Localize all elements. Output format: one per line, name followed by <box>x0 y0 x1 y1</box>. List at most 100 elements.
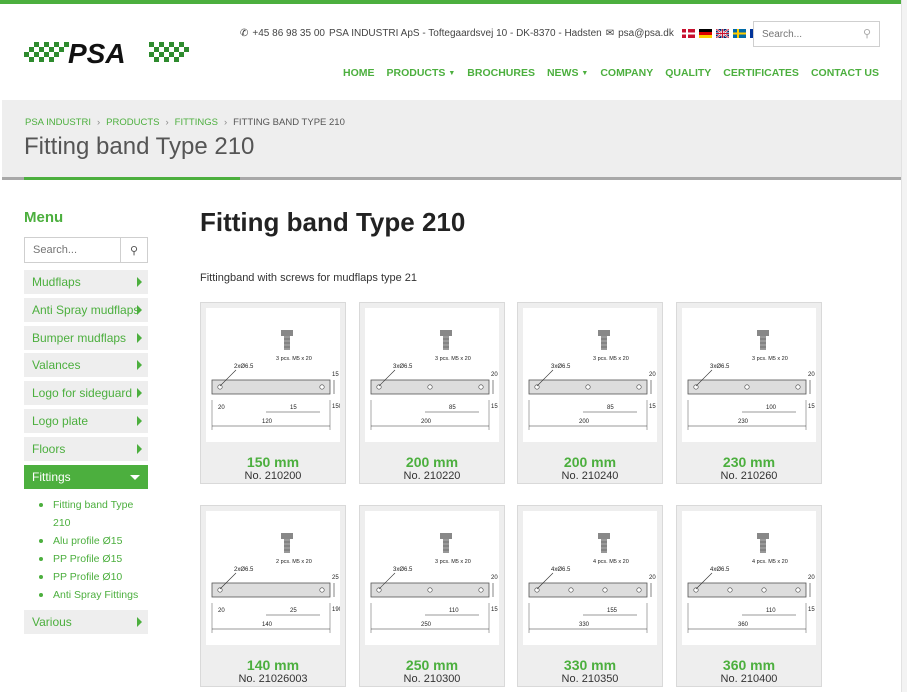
hole-spec-label: 4xØ6.5 <box>710 567 730 573</box>
breadcrumb-home[interactable]: PSA INDUSTRI <box>25 117 91 128</box>
hole-spec-label: 3xØ6.5 <box>710 364 730 370</box>
header-search[interactable]: ⚲ <box>753 21 880 47</box>
submenu-item-pp-profile-15[interactable]: PP Profile Ø15 <box>36 550 148 568</box>
contact-bar: ✆ +45 86 98 35 00 PSA INDUSTRI ApS - Tof… <box>240 28 763 39</box>
dimension-label: 20 <box>649 575 656 581</box>
sidebar-item-valances[interactable]: Valances <box>24 353 148 378</box>
dimension-label: 25 <box>290 608 297 614</box>
submenu-item-pp-profile-10[interactable]: PP Profile Ø10 <box>36 568 148 586</box>
band-body <box>211 582 331 598</box>
sidebar-item-fittings[interactable]: Fittings <box>24 464 148 489</box>
hole-spec-label: 3xØ6.5 <box>393 364 413 370</box>
nav-products[interactable]: PRODUCTS ▼ <box>387 67 456 79</box>
sidebar-item-label: Valances <box>32 358 81 373</box>
breadcrumb-fittings[interactable]: FITTINGS <box>175 117 218 128</box>
dimension-label: 15 <box>808 607 815 613</box>
nav-home[interactable]: HOME <box>343 67 375 79</box>
dimension-label: 360 <box>738 622 749 628</box>
product-number: No. 21026003 <box>238 673 308 685</box>
breadcrumb-separator: › <box>165 117 169 128</box>
email-link[interactable]: psa@psa.dk <box>618 28 674 39</box>
sidebar-item-logo-plate[interactable]: Logo plate <box>24 408 148 433</box>
product-number: No. 210260 <box>720 470 778 482</box>
product-card[interactable]: 4 pcs. M5 x 20 4xØ6.5 110 360 20 15 360 mm No… <box>676 505 822 687</box>
sidebar-item-logo-for-sideguard[interactable]: Logo for sideguard <box>24 381 148 406</box>
sidebar-search-input[interactable] <box>25 238 120 262</box>
dimension-label: 15 <box>332 372 339 378</box>
sidebar-item-label: Various <box>32 615 72 630</box>
dimension-label: 250 <box>421 622 432 628</box>
breadcrumb-products[interactable]: PRODUCTS <box>106 117 159 128</box>
hole-spec-label: 3xØ6.5 <box>551 364 571 370</box>
product-size: 330 mm <box>563 657 617 673</box>
product-drawing: 3 pcs. M5 x 20 3xØ6.5 100 230 20 15 <box>682 308 816 442</box>
dimension-label: 20 <box>808 372 815 378</box>
nav-contact-us[interactable]: CONTACT US <box>811 67 879 79</box>
screw-spec-label: 3 pcs. M5 x 20 <box>276 356 312 362</box>
product-card[interactable]: 3 pcs. M5 x 20 3xØ6.5 100 230 20 15 230 mm No… <box>676 302 822 484</box>
hole-spec-label: 4xØ6.5 <box>551 567 571 573</box>
sidebar-search[interactable]: ⚲ <box>24 237 148 263</box>
sidebar-item-anti-spray-mudflaps[interactable]: Anti Spray mudflaps <box>24 297 148 322</box>
nav-news[interactable]: NEWS ▼ <box>547 67 588 79</box>
band-hole <box>427 587 433 593</box>
product-drawing: 3 pcs. M5 x 20 3xØ6.5 85 200 20 15 <box>365 308 499 442</box>
band-hole <box>376 384 382 390</box>
submenu-item-alu-profile-15[interactable]: Alu profile Ø15 <box>36 532 148 550</box>
screw-spec-label: 4 pcs. M5 x 20 <box>752 559 788 565</box>
flag-germany-icon[interactable] <box>698 29 712 38</box>
dimension-label: 15 <box>491 404 498 410</box>
phone-number[interactable]: +45 86 98 35 00 <box>252 28 325 39</box>
flag-denmark-icon[interactable] <box>681 29 695 38</box>
dimension-label: 20 <box>218 405 225 411</box>
dimension-label: 110 <box>449 608 459 614</box>
flag-uk-icon[interactable] <box>715 29 729 38</box>
breadcrumb-separator: › <box>97 117 101 128</box>
page-description: Fittingband with screws for mudflaps typ… <box>200 272 418 284</box>
nav-certificates[interactable]: CERTIFICATES <box>723 67 799 79</box>
chevron-down-icon: ▼ <box>581 70 589 77</box>
submenu-item-anti-spray-fittings[interactable]: Anti Spray Fittings <box>36 586 148 604</box>
header-search-input[interactable] <box>754 22 854 46</box>
sidebar-item-label: Anti Spray mudflaps <box>32 302 140 317</box>
breadcrumb: PSA INDUSTRI › PRODUCTS › FITTINGS › FITTIN… <box>25 117 345 128</box>
sidebar-item-mudflaps[interactable]: Mudflaps <box>24 270 148 294</box>
band-hole <box>795 587 801 593</box>
submenu-item-fitting-band-type-210[interactable]: Fitting band Type 210 <box>36 496 148 532</box>
breadcrumb-current: FITTING BAND TYPE 210 <box>233 117 345 128</box>
sidebar-item-floors[interactable]: Floors <box>24 436 148 461</box>
sidebar-item-bumper-mudflaps[interactable]: Bumper mudflaps <box>24 325 148 350</box>
psa-logo[interactable]: PSA <box>24 38 194 69</box>
screw-icon <box>440 330 452 350</box>
product-size: 150 mm <box>246 454 300 470</box>
phone-icon: ✆ <box>240 28 249 39</box>
band-hole <box>427 384 433 390</box>
flag-sweden-icon[interactable] <box>732 29 746 38</box>
nav-company[interactable]: COMPANY <box>600 67 653 79</box>
product-drawing: 4 pcs. M5 x 20 4xØ6.5 155 330 20 <box>523 511 657 645</box>
search-icon[interactable]: ⚲ <box>863 27 871 40</box>
product-number: No. 210220 <box>403 470 461 482</box>
band-hole <box>534 384 540 390</box>
search-icon[interactable]: ⚲ <box>120 238 147 262</box>
product-size: 230 mm <box>722 454 776 470</box>
screw-spec-label: 4 pcs. M5 x 20 <box>593 559 629 565</box>
top-accent-line <box>0 0 907 4</box>
nav-brochures[interactable]: BROCHURES <box>467 67 535 79</box>
product-card[interactable]: 3 pcs. M5 x 20 3xØ6.5 85 200 20 15 200 mm No.… <box>359 302 505 484</box>
product-card[interactable]: 3 pcs. M5 x 20 3xØ6.5 85 200 20 15 200 mm No.… <box>517 302 663 484</box>
product-card[interactable]: 2 pcs. M5 x 202xØ6.5251402519020 140 mm … <box>200 505 346 687</box>
nav-quality[interactable]: QUALITY <box>665 67 711 79</box>
product-card[interactable]: 4 pcs. M5 x 20 4xØ6.5 155 330 20 330 mm No. … <box>517 505 663 687</box>
product-number: No. 210240 <box>561 470 619 482</box>
product-card[interactable]: 3 pcs. M5 x 202xØ6.5151201515020 150 mm … <box>200 302 346 484</box>
dimension-label: 15 <box>808 404 815 410</box>
page-title: Fitting band Type 210 <box>200 207 466 237</box>
sidebar-item-various[interactable]: Various <box>24 610 148 635</box>
nav-news-label: NEWS <box>546 67 579 79</box>
band-body <box>211 379 331 395</box>
dimension-label: 25 <box>332 575 339 581</box>
dimension-label: 20 <box>649 372 656 378</box>
product-drawing: 3 pcs. M5 x 20 3xØ6.5 85 200 20 15 <box>523 308 657 442</box>
product-card[interactable]: 3 pcs. M5 x 20 3xØ6.5 110 250 20 15 250 mm No… <box>359 505 505 687</box>
